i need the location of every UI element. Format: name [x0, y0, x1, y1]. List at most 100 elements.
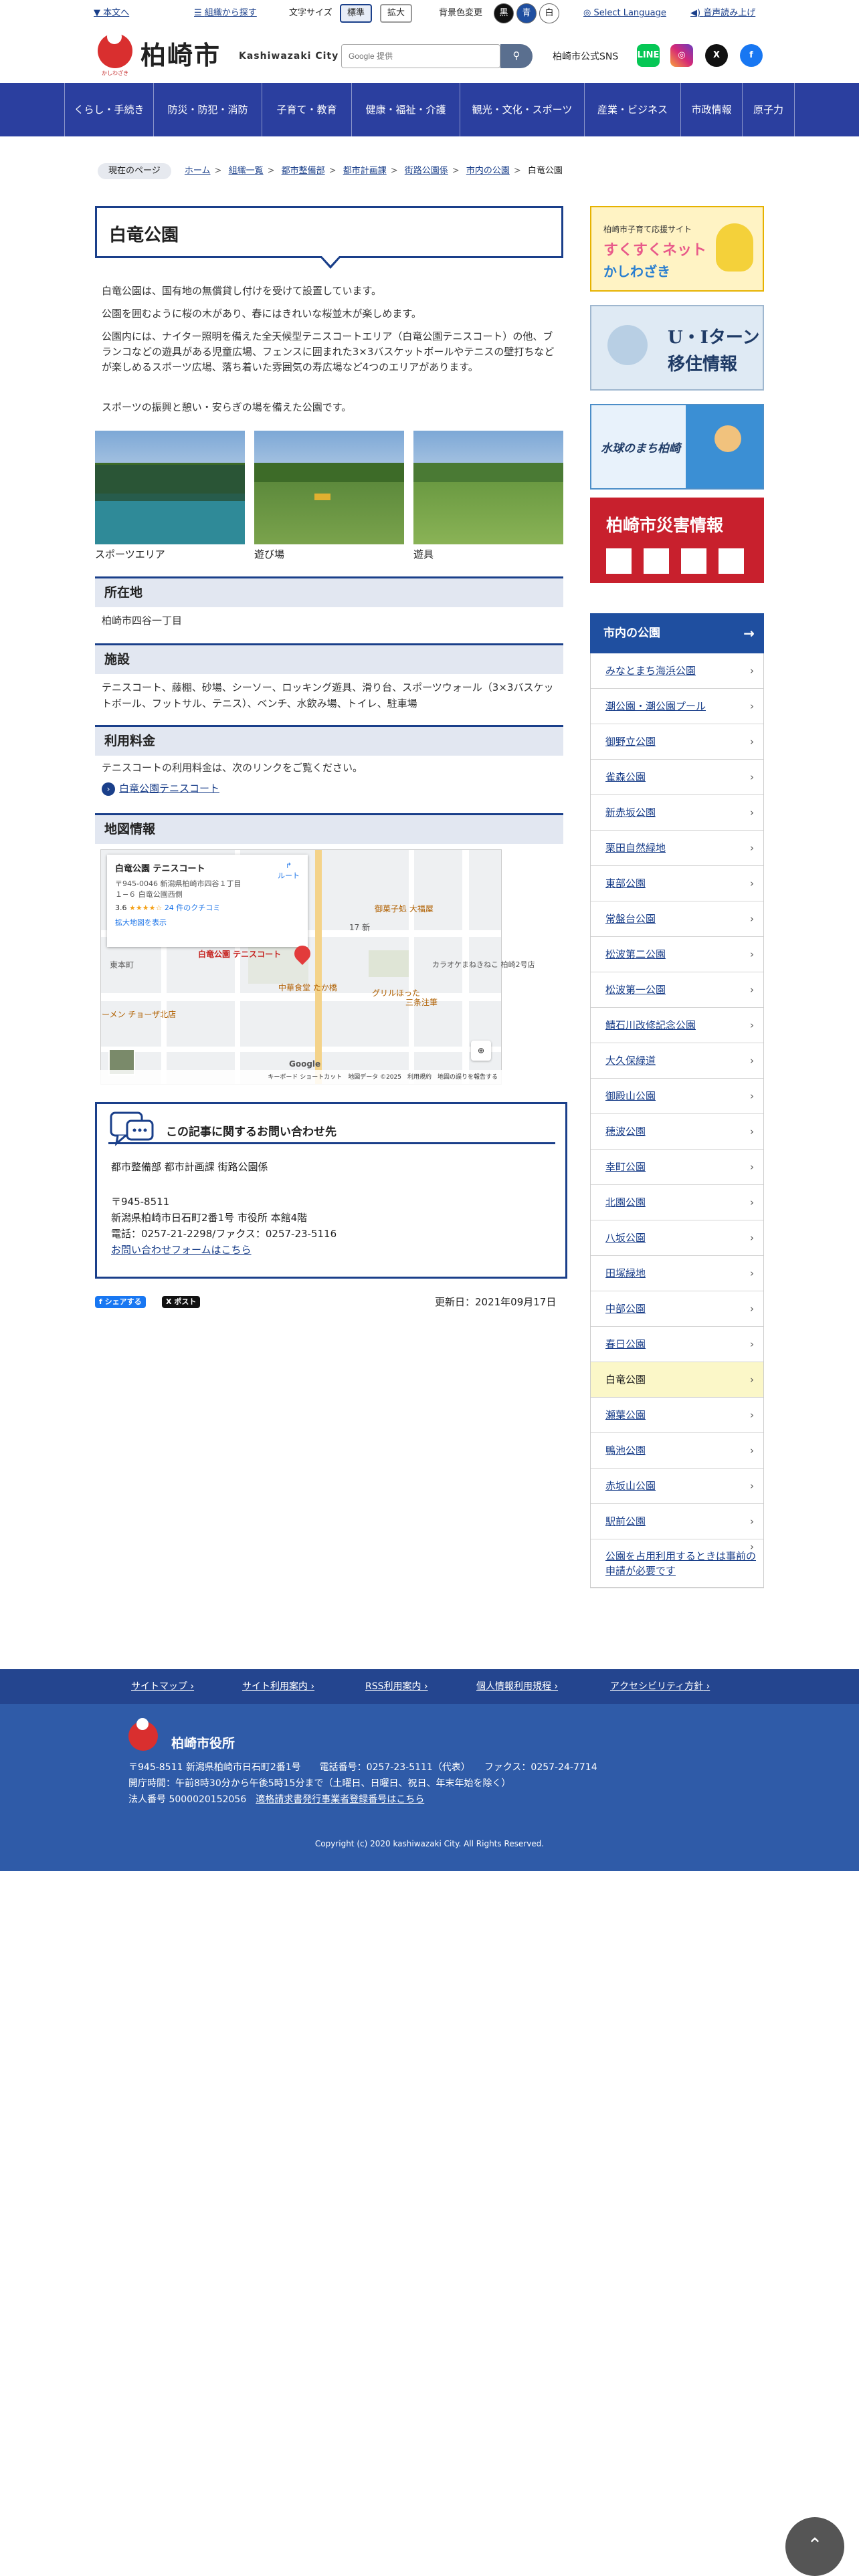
banner-sukusuku[interactable]: 柏崎市子育て応援サイト すくすくネット かしわざき: [590, 206, 764, 292]
map-poi[interactable]: 御菓子処 大福屋: [375, 903, 434, 914]
flood-icon: [606, 548, 632, 574]
map-place-label: 東本町: [110, 960, 134, 970]
contact-zip: 〒945-8511: [111, 1196, 170, 1208]
map-reviews-link[interactable]: 24 件のクチコミ: [165, 903, 221, 912]
map-poi[interactable]: 三条注筆: [405, 996, 438, 1008]
facebook-share-button[interactable]: f シェアする: [95, 1296, 146, 1308]
city-name[interactable]: 柏崎市: [140, 35, 221, 72]
x-icon[interactable]: X: [705, 44, 728, 67]
side-nav-item[interactable]: 幸町公園 ›: [591, 1150, 763, 1185]
map-fullscreen-icon[interactable]: ⊕: [471, 1041, 491, 1061]
location-text: 柏崎市四谷一丁目: [102, 615, 183, 627]
footer-link-rss[interactable]: RSS利用案内 ›: [365, 1669, 428, 1704]
side-nav-item[interactable]: 栗田自然緑地 ›: [591, 831, 763, 866]
map-enlarge-link[interactable]: 拡大地図を表示: [115, 917, 300, 928]
gnav-life[interactable]: くらし・手続き: [64, 83, 154, 136]
side-nav-item[interactable]: 瀬葉公園 ›: [591, 1398, 763, 1433]
map-info-card: 白竜公園 テニスコート 〒945-0046 新潟県柏崎市四谷１丁目 １−６ 白竜…: [107, 855, 308, 947]
side-nav-item[interactable]: 公園を占用利用するときは事前の申請が必要です ›: [591, 1539, 763, 1588]
map-route-button[interactable]: ↱ ルート: [278, 861, 300, 881]
side-nav-item[interactable]: 雀森公園 ›: [591, 760, 763, 795]
side-nav-item[interactable]: 新赤坂公園 ›: [591, 795, 763, 831]
side-nav-item[interactable]: 赤坂山公園 ›: [591, 1469, 763, 1504]
side-nav-item[interactable]: 潮公園・潮公園プール ›: [591, 689, 763, 724]
copyright: Copyright (c) 2020 kashiwazaki City. All…: [314, 1839, 545, 1848]
instagram-icon[interactable]: ◎: [670, 44, 693, 67]
skip-link[interactable]: ▼ 本文へ: [94, 7, 129, 20]
side-nav-heading[interactable]: 市内の公園 →: [590, 613, 764, 653]
footer-link-privacy[interactable]: 個人情報利用規程 ›: [476, 1669, 558, 1704]
speech-link[interactable]: ◀) 音声読み上げ: [690, 7, 755, 20]
chevron-right-icon: ›: [750, 984, 754, 996]
side-nav-item[interactable]: 田塚緑地 ›: [591, 1256, 763, 1291]
map-rating: 3.6: [115, 903, 127, 912]
gnav-industry[interactable]: 産業・ビジネス: [585, 83, 681, 136]
chevron-right-icon: ›: [750, 771, 754, 783]
gnav-safety[interactable]: 防災・防犯・消防: [154, 83, 262, 136]
footer-link-accessibility[interactable]: アクセシビリティ方針 ›: [610, 1669, 710, 1704]
arrow-right-icon: ›: [102, 782, 115, 796]
banner-ui-turn[interactable]: U・Iターン 移住情報: [590, 305, 764, 391]
gnav-childcare[interactable]: 子育て・教育: [262, 83, 352, 136]
bg-black-button[interactable]: 黒: [494, 3, 514, 23]
map-poi[interactable]: 中華食堂 たか橋: [278, 982, 337, 993]
city-logo[interactable]: [98, 29, 132, 68]
breadcrumb-org[interactable]: 組織一覧: [229, 166, 264, 176]
page-title: 白竜公園: [109, 225, 179, 245]
bg-white-button[interactable]: 白: [539, 3, 559, 23]
chevron-right-icon: ›: [750, 807, 754, 819]
language-select[interactable]: ◎ Select Language: [583, 7, 666, 20]
gnav-health[interactable]: 健康・福祉・介護: [352, 83, 460, 136]
side-nav-item[interactable]: 大久保緑道 ›: [591, 1043, 763, 1079]
side-nav-item[interactable]: 北園公園 ›: [591, 1185, 763, 1220]
map-poi[interactable]: ーメン チョーザ北店: [102, 1008, 176, 1020]
bg-blue-button[interactable]: 青: [516, 3, 537, 23]
side-nav-item[interactable]: 東部公園 ›: [591, 866, 763, 901]
search-box[interactable]: [341, 44, 500, 68]
side-nav-item[interactable]: 松波第二公園 ›: [591, 937, 763, 972]
breadcrumb: 現在のページ ホーム > 組織一覧 > 都市整備部 > 都市計画課 > 街路公園係 > 市…: [98, 163, 563, 179]
breadcrumb-section[interactable]: 都市計画課: [343, 166, 387, 176]
side-nav-item[interactable]: 白竜公園 ›: [591, 1362, 763, 1398]
page-top-button[interactable]: ⌃: [785, 2517, 844, 2576]
breadcrumb-dept[interactable]: 都市整備部: [282, 166, 325, 176]
gnav-admin[interactable]: 市政情報: [681, 83, 743, 136]
contact-form-link[interactable]: お問い合わせフォームはこちら: [111, 1243, 252, 1257]
font-large-button[interactable]: 拡大: [380, 4, 412, 23]
breadcrumb-home[interactable]: ホーム: [185, 166, 211, 176]
side-nav-item[interactable]: 春日公園 ›: [591, 1327, 763, 1362]
map-poi[interactable]: カラオケまねきねこ 柏崎2号店: [432, 959, 535, 970]
font-standard-button[interactable]: 標準: [340, 4, 372, 23]
banner-disaster-info[interactable]: 柏崎市災害情報: [590, 498, 764, 583]
footer-nav: サイトマップ › サイト利用案内 › RSS利用案内 › 個人情報利用規程 › …: [0, 1669, 859, 1704]
side-nav-item[interactable]: 八坂公園 ›: [591, 1220, 763, 1256]
side-nav-item[interactable]: みなとまち海浜公園 ›: [591, 653, 763, 689]
footer-link-guide[interactable]: サイト利用案内 ›: [242, 1669, 314, 1704]
title-pointer-inner: [322, 256, 339, 265]
side-nav-item[interactable]: 鯖石川改修記念公園 ›: [591, 1008, 763, 1043]
x-post-button[interactable]: X ポスト: [162, 1296, 201, 1308]
gnav-nuclear[interactable]: 原子力: [743, 83, 795, 136]
side-nav-item[interactable]: 中部公園 ›: [591, 1291, 763, 1327]
side-nav-item[interactable]: 御殿山公園 ›: [591, 1079, 763, 1114]
org-search-link[interactable]: ☰ 組織から探す: [194, 7, 257, 20]
side-nav-item[interactable]: 常盤台公園 ›: [591, 901, 763, 937]
map-place-label: 17 新: [349, 923, 371, 932]
side-nav-item[interactable]: 穂波公園 ›: [591, 1114, 763, 1150]
search-button[interactable]: ⚲: [500, 44, 533, 68]
side-nav-item[interactable]: 松波第一公園 ›: [591, 972, 763, 1008]
footer-link-sitemap[interactable]: サイトマップ ›: [131, 1669, 194, 1704]
search-input[interactable]: [342, 45, 496, 68]
banner-water-polo[interactable]: 水球のまち柏崎: [590, 404, 764, 490]
breadcrumb-parks[interactable]: 市内の公園: [466, 166, 510, 176]
side-nav-item[interactable]: 御野立公園 ›: [591, 724, 763, 760]
gnav-tourism[interactable]: 観光・文化・スポーツ: [460, 83, 585, 136]
tennis-court-link[interactable]: › 白竜公園テニスコート: [102, 781, 219, 796]
facebook-icon[interactable]: f: [740, 44, 763, 67]
side-nav-item[interactable]: 鴨池公園 ›: [591, 1433, 763, 1469]
footer-office-name: 柏崎市役所: [171, 1736, 235, 1751]
side-nav-item[interactable]: 駅前公園 ›: [591, 1504, 763, 1539]
breadcrumb-unit[interactable]: 街路公園係: [405, 166, 448, 176]
line-icon[interactable]: LINE: [637, 44, 660, 67]
invoice-link[interactable]: 適格請求書発行事業者登録番号はこちら: [256, 1794, 424, 1805]
